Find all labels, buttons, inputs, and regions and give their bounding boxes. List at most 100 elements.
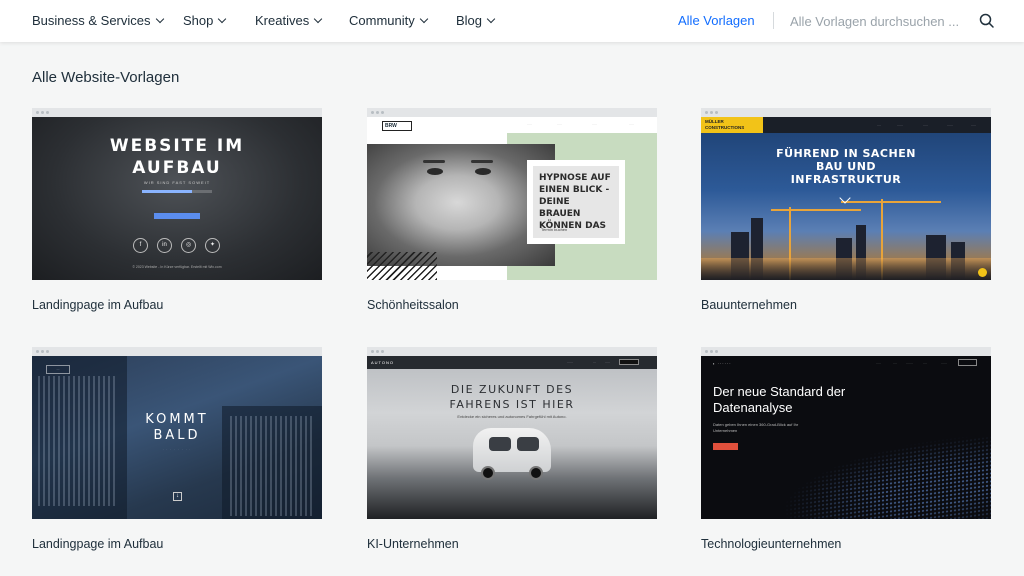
template-thumbnail[interactable]: BRW ····· ····· ····· ····· HYPNOSE AUF …	[367, 117, 657, 280]
thumb-subline: · · · · · · · ·	[162, 447, 192, 451]
chevron-down-icon	[218, 14, 227, 24]
facebook-icon: f	[133, 238, 148, 253]
nav-item-shop[interactable]: Shop	[183, 13, 227, 28]
browser-chrome	[701, 108, 991, 117]
instagram-icon: ◎	[181, 238, 196, 253]
template-caption[interactable]: Landingpage im Aufbau	[32, 298, 322, 312]
progress-bar	[142, 190, 212, 193]
template-card-ki-unternehmen[interactable]: AUTONO ······ ··· ····· DIE ZUKUNFT DES …	[367, 347, 657, 551]
search-input[interactable]	[790, 9, 970, 33]
thumb-footer: © 2023 Website - In Kürze verfügbar. Ers…	[132, 265, 222, 269]
thumb-button	[958, 359, 977, 366]
thumb-topbar	[367, 356, 657, 369]
thumb-button	[713, 443, 738, 450]
arrow-down-icon: ↓	[173, 492, 182, 501]
thumb-logo: ···	[46, 365, 70, 374]
photo-detail	[475, 168, 491, 175]
template-thumbnail[interactable]: ▪ ······ ····· ···· ······· ···· ······ …	[701, 356, 991, 519]
thumb-menu: ·······	[906, 361, 913, 365]
template-caption[interactable]: Landingpage im Aufbau	[32, 537, 322, 551]
all-templates-link[interactable]: Alle Vorlagen	[678, 13, 755, 28]
linkedin-icon: in	[157, 238, 172, 253]
template-card-schoenheitssalon[interactable]: BRW ····· ····· ····· ····· HYPNOSE AUF …	[367, 108, 657, 312]
thumb-menu: ·····	[923, 123, 928, 127]
thumb-link: Termin buchen	[541, 227, 568, 232]
browser-chrome	[367, 347, 657, 356]
thumb-text-box: HYPNOSE AUF EINEN BLICK - DEINE BRAUEN K…	[527, 160, 625, 244]
template-caption[interactable]: Technologieunternehmen	[701, 537, 991, 551]
thumb-logo: AUTONO	[371, 360, 395, 365]
photo-detail	[427, 168, 443, 175]
browser-chrome	[701, 347, 991, 356]
template-thumbnail[interactable]: MÜLLER CONSTRUCTIONS ···· ······ ····· ·…	[701, 117, 991, 280]
thumb-subline: WIR SIND FAST SOWEIT	[143, 180, 211, 185]
thumb-headline: WEBSITE IM AUFBAU	[109, 136, 245, 178]
thumb-menu: ···	[593, 360, 596, 364]
thumb-headline: DIE ZUKUNFT DES FAHRENS IST HIER	[449, 383, 575, 411]
browser-chrome	[32, 108, 322, 117]
template-thumbnail[interactable]: AUTONO ······ ··· ····· DIE ZUKUNFT DES …	[367, 356, 657, 519]
chevron-down-icon	[486, 14, 496, 24]
twitter-icon: ✦	[205, 238, 220, 253]
search-icon[interactable]	[978, 12, 996, 30]
photo-detail	[423, 160, 445, 163]
thumb-button	[619, 359, 639, 365]
thumb-logo: BRW	[382, 121, 412, 131]
photo-detail	[471, 160, 493, 163]
crane	[771, 209, 861, 211]
thumb-menu: ·····	[971, 123, 976, 127]
thumb-menu: ·····	[605, 360, 610, 364]
nav-item-community[interactable]: Community	[349, 13, 428, 28]
thumb-menu: ·····	[557, 122, 562, 126]
nav-item-label: Community	[349, 13, 415, 28]
thumb-menu: ·····	[527, 122, 532, 126]
city-lights	[701, 258, 991, 280]
page-title: Alle Website-Vorlagen	[32, 69, 180, 86]
thumb-menu: ·····	[629, 122, 634, 126]
thumb-headline: KOMMT BALD	[145, 412, 209, 443]
thumb-menu: ····	[923, 361, 927, 365]
car-wheel	[529, 466, 543, 480]
template-card-landingpage-1[interactable]: WEBSITE IM AUFBAU WIR SIND FAST SOWEIT f…	[32, 108, 322, 312]
thumb-menu: ······	[941, 361, 947, 365]
thumb-menu: ····	[877, 123, 881, 127]
top-header: Business & Services Shop Kreatives Commu…	[0, 0, 1024, 42]
nav-item-blog[interactable]: Blog	[456, 13, 496, 28]
nav-item-label: Shop	[183, 13, 214, 28]
chevron-down-icon	[155, 14, 164, 24]
data-wave-graphic	[781, 427, 991, 519]
template-card-technologieunternehmen[interactable]: ▪ ······ ····· ···· ······· ···· ······ …	[701, 347, 991, 551]
nav-item-label: Business & Services	[32, 13, 151, 28]
thumb-menu: ····	[893, 361, 897, 365]
browser-chrome	[367, 108, 657, 117]
thumb-menu: ·····	[592, 122, 597, 126]
thumb-menu: ······	[947, 123, 953, 127]
template-card-landingpage-2[interactable]: ··· KOMMT BALD · · · · · · · · ↓ Landing…	[32, 347, 322, 551]
car-wheel	[481, 466, 495, 480]
chat-badge-icon	[978, 268, 987, 277]
template-thumbnail[interactable]: ··· KOMMT BALD · · · · · · · · ↓	[32, 356, 322, 519]
nav-item-business-services[interactable]: Business & Services	[32, 13, 164, 28]
template-card-bauunternehmen[interactable]: MÜLLER CONSTRUCTIONS ···· ······ ····· ·…	[701, 108, 991, 312]
template-caption[interactable]: Bauunternehmen	[701, 298, 991, 312]
template-caption[interactable]: Schönheitssalon	[367, 298, 657, 312]
template-thumbnail[interactable]: WEBSITE IM AUFBAU WIR SIND FAST SOWEIT f…	[32, 117, 322, 280]
crane	[841, 201, 941, 203]
template-caption[interactable]: KI-Unternehmen	[367, 537, 657, 551]
car-image	[473, 428, 551, 472]
thumb-logo: MÜLLER CONSTRUCTIONS	[701, 117, 763, 133]
thumb-menu: ······	[567, 360, 573, 364]
thumb-headline: HYPNOSE AUF EINEN BLICK - DEINE BRAUEN K…	[539, 173, 611, 231]
thumb-button	[154, 213, 200, 219]
browser-chrome	[32, 347, 322, 356]
thumb-headline: FÜHREND IN SACHEN BAU UND INFRASTRUKTUR	[776, 147, 916, 186]
nav-item-kreatives[interactable]: Kreatives	[255, 13, 323, 28]
thumb-menu: ······	[897, 123, 903, 127]
nav-item-label: Blog	[456, 13, 483, 28]
thumb-logo: ▪ ······	[713, 361, 732, 366]
chevron-down-icon	[419, 14, 428, 24]
hatch-pattern	[367, 252, 437, 280]
thumb-menu: ·····	[876, 361, 881, 365]
thumb-subline: Entdecke ein sicheres und autonomes Fahr…	[457, 414, 567, 419]
divider	[773, 12, 774, 29]
